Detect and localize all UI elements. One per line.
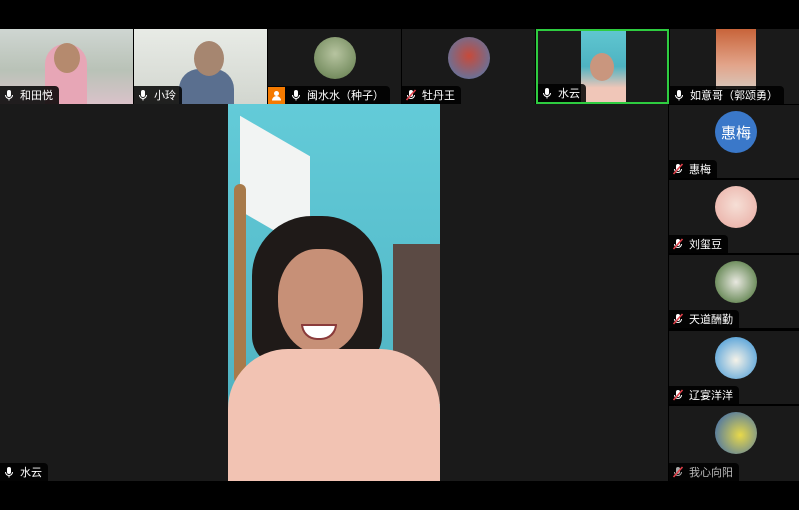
video-tile-hetianyue[interactable]: 和田悦	[0, 29, 133, 104]
video-tile-ruyige[interactable]: 如意哥（郭颂勇）	[670, 29, 799, 104]
muted-microphone-icon	[672, 163, 684, 175]
profile-avatar	[715, 337, 757, 379]
participant-name: 辽宴洋洋	[689, 389, 733, 402]
muted-microphone-icon	[405, 89, 417, 101]
name-label: 惠梅	[669, 160, 717, 178]
profile-avatar	[314, 37, 356, 79]
video-tile-minshuishui[interactable]: 闽水水（种子）	[268, 29, 401, 104]
participant-name: 如意哥（郭颂勇）	[690, 89, 778, 102]
sidebar-tile-woxinxiangyang[interactable]: 我心向阳	[669, 406, 799, 481]
muted-microphone-icon	[672, 389, 684, 401]
profile-avatar	[715, 261, 757, 303]
participant-video-face	[54, 43, 80, 73]
participant-name: 水云	[558, 87, 580, 100]
participant-name: 天道酬勤	[689, 313, 733, 326]
muted-microphone-icon	[672, 466, 684, 478]
microphone-icon	[543, 88, 551, 99]
text-avatar: 惠梅	[715, 111, 757, 153]
participant-name: 水云	[20, 466, 42, 479]
avatar-initials: 惠梅	[720, 123, 751, 142]
name-label: 如意哥（郭颂勇）	[670, 86, 784, 104]
sidebar-tile-liuxidou[interactable]: 刘玺豆	[669, 180, 799, 253]
name-label: 刘玺豆	[669, 235, 728, 253]
sidebar-tile-huimei[interactable]: 惠梅 惠梅	[669, 105, 799, 178]
name-label: 天道酬勤	[669, 310, 739, 328]
video-tile-xiaoling[interactable]: 小玲	[134, 29, 267, 104]
main-speaker-view[interactable]: 水云	[0, 104, 668, 481]
profile-avatar	[448, 37, 490, 79]
sidebar-tile-liaoyanyangyang[interactable]: 辽宴洋洋	[669, 331, 799, 404]
muted-microphone-icon	[672, 313, 684, 325]
name-label: 闽水水（种子）	[268, 86, 390, 104]
name-label: 水云	[538, 84, 586, 102]
participant-name: 小玲	[154, 89, 176, 102]
profile-avatar	[715, 186, 757, 228]
microphone-icon	[5, 90, 13, 101]
name-label: 水云	[0, 463, 48, 481]
participant-video	[716, 29, 756, 89]
microphone-icon	[292, 90, 300, 101]
participant-name: 和田悦	[20, 89, 53, 102]
sidebar-tile-tiandaochouqin[interactable]: 天道酬勤	[669, 255, 799, 328]
video-tile-shuiyun-active[interactable]: 水云	[536, 29, 669, 104]
wooden-coat-rack	[234, 184, 246, 384]
video-tile-mudanwang[interactable]: 牡丹王	[402, 29, 535, 104]
name-label: 和田悦	[0, 86, 59, 104]
speaker-shirt	[228, 349, 440, 481]
name-label: 我心向阳	[669, 463, 739, 481]
participant-name: 牡丹王	[422, 89, 455, 102]
muted-microphone-icon	[672, 238, 684, 250]
speaker-video	[228, 104, 440, 481]
host-icon	[268, 86, 285, 104]
participant-name: 闽水水（种子）	[307, 89, 384, 102]
microphone-icon	[139, 90, 147, 101]
microphone-icon	[5, 467, 13, 478]
participant-name: 刘玺豆	[689, 238, 722, 251]
profile-avatar	[715, 412, 757, 454]
participant-name: 惠梅	[689, 163, 711, 176]
participant-name: 我心向阳	[689, 466, 733, 479]
name-label: 牡丹王	[402, 86, 461, 104]
participant-video-face	[590, 53, 614, 81]
participant-video-face	[194, 41, 224, 76]
name-label: 辽宴洋洋	[669, 386, 739, 404]
microphone-icon	[675, 90, 683, 101]
name-label: 小玲	[134, 86, 182, 104]
